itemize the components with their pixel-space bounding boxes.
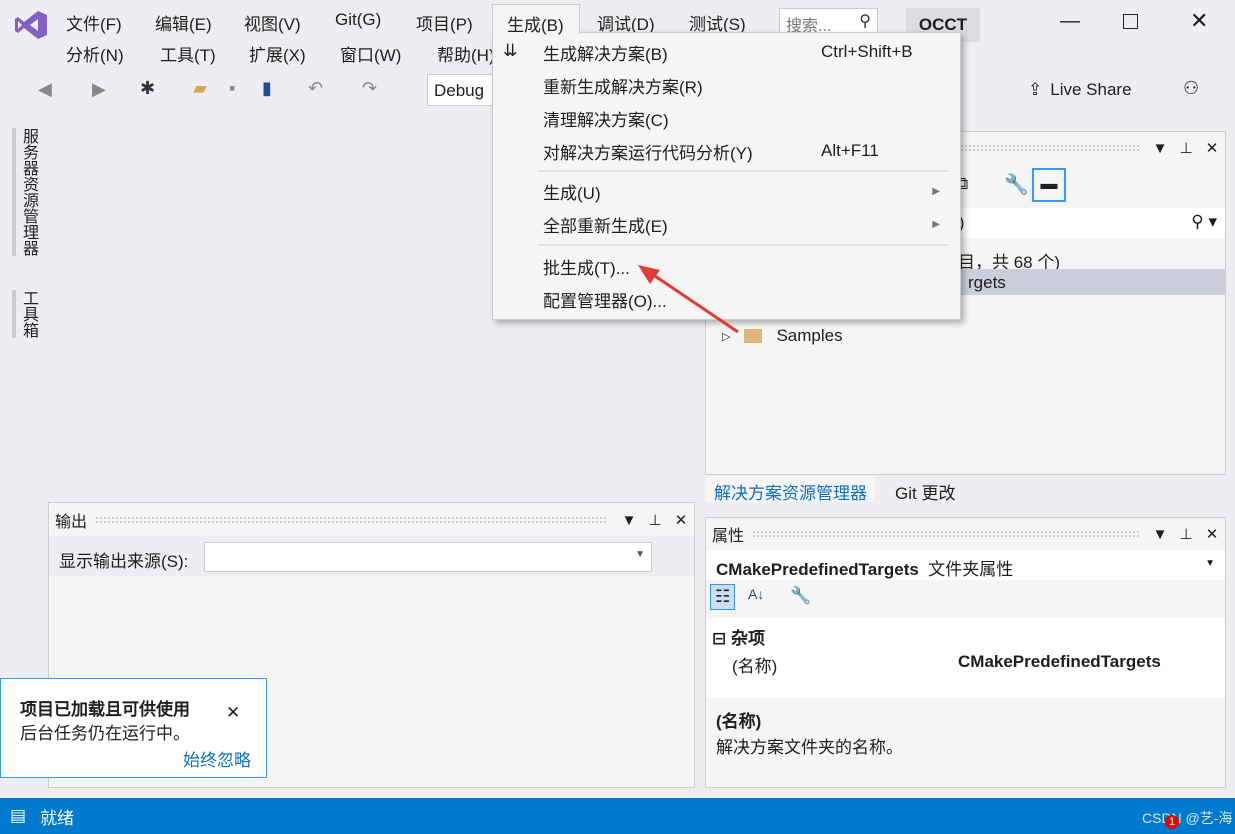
object-selector[interactable]: CMakePredefinedTargets 文件夹属性 ▼ <box>706 550 1225 580</box>
property-pages-icon[interactable]: 🔧 <box>790 586 811 606</box>
categorized-icon[interactable]: ☷ <box>710 584 736 610</box>
search-icon: ⚲ ▾ <box>1191 212 1217 231</box>
description-text: 解决方案文件夹的名称。 <box>716 738 903 757</box>
feedback-icon[interactable]: ⚇ <box>1183 78 1199 99</box>
tree-item-label: rgets <box>968 273 1006 292</box>
menu-help[interactable]: 帮助(H) <box>437 41 495 66</box>
undo-icon[interactable]: ↶ <box>308 78 323 99</box>
open-folder-icon[interactable]: ▰ <box>193 78 207 99</box>
status-bar: ▤ 就绪 CSDN @艺-海 1 <box>0 798 1235 834</box>
status-icon: ▤ <box>10 806 27 825</box>
search-icon: ⚲ <box>859 13 871 30</box>
notification-title: 项目已加载且可供使用 <box>20 700 190 719</box>
configuration-value: Debug <box>434 81 485 100</box>
chevron-down-icon: ▼ <box>1205 558 1215 569</box>
menu-edit[interactable]: 编辑(E) <box>155 10 212 35</box>
redo-icon[interactable]: ↷ <box>362 78 377 99</box>
minimize-button[interactable]: — <box>1060 10 1080 33</box>
chevron-down-icon: ▼ <box>635 549 645 560</box>
status-text: 就绪 <box>40 808 75 828</box>
vs-logo-icon <box>14 10 48 40</box>
close-window-button[interactable]: ✕ <box>1190 8 1208 34</box>
notification-toast: 项目已加载且可供使用 后台任务仍在运行中。 ✕ 始终忽略 <box>0 678 267 778</box>
new-project-icon[interactable]: ✱ <box>140 78 155 99</box>
submenu-arrow-icon: ▶ <box>932 185 940 197</box>
close-panel-icon[interactable]: ✕ <box>1199 525 1225 543</box>
menu-extensions[interactable]: 扩展(X) <box>249 41 306 66</box>
properties-panel: 属性 ▼ ⊥ ✕ CMakePredefinedTargets 文件夹属性 ▼ ☷ A↓… <box>705 517 1226 788</box>
close-notification-button[interactable]: ✕ <box>226 703 240 723</box>
build-solution-icon: ⇊ <box>503 41 518 60</box>
menu-build[interactable]: 生成(B) <box>492 4 580 35</box>
tree-item-label: Samples <box>776 326 843 345</box>
property-value[interactable]: CMakePredefinedTargets <box>958 652 1161 672</box>
properties-wrench-icon[interactable]: 🔧 <box>1004 172 1029 197</box>
property-name: (名称) <box>732 657 778 676</box>
object-type: 文件夹属性 <box>928 560 1014 579</box>
object-name: CMakePredefinedTargets <box>716 560 919 579</box>
category-misc[interactable]: ⊟ 杂项 <box>712 624 765 649</box>
maximize-button[interactable] <box>1123 14 1138 29</box>
pin-icon[interactable]: ⊥ <box>1173 139 1199 157</box>
notification-badge[interactable]: 1 <box>1165 815 1179 829</box>
menu-tools[interactable]: 工具(T) <box>160 41 216 66</box>
menu-analyze[interactable]: 分析(N) <box>66 41 124 66</box>
pin-icon[interactable]: ⊥ <box>1173 525 1199 543</box>
output-title: 输出 <box>55 514 88 531</box>
menu-file[interactable]: 文件(F) <box>66 10 122 35</box>
properties-title: 属性 <box>712 528 745 545</box>
menu-view[interactable]: 视图(V) <box>244 10 301 35</box>
panel-menu-icon[interactable]: ▼ <box>1147 526 1173 543</box>
close-panel-icon[interactable]: ✕ <box>1199 139 1225 157</box>
side-tab-toolbox[interactable]: 工具箱 <box>12 290 40 338</box>
annotation-arrow <box>638 265 739 334</box>
tab-git-changes[interactable]: Git 更改 <box>895 479 955 504</box>
output-source-dropdown[interactable]: ▼ <box>204 542 652 572</box>
watermark: CSDN @艺-海 <box>1142 810 1233 826</box>
live-share-label: Live Share <box>1050 80 1132 99</box>
share-icon: ⇪ <box>1028 80 1043 99</box>
tab-solution-explorer[interactable]: 解决方案资源管理器 <box>706 476 875 503</box>
menu-item-build-solution[interactable]: 生成解决方案(B) Ctrl+Shift+B <box>543 37 940 67</box>
menu-project[interactable]: 项目(P) <box>416 10 473 35</box>
menu-item-clean-solution[interactable]: 清理解决方案(C) <box>543 103 940 133</box>
always-ignore-link[interactable]: 始终忽略 <box>183 746 251 771</box>
menu-item-rebuild-solution[interactable]: 重新生成解决方案(R) <box>543 70 940 100</box>
menu-item-build[interactable]: 生成(U) ▶ <box>543 176 940 206</box>
notification-body: 后台任务仍在运行中。 <box>20 724 190 743</box>
panel-menu-icon[interactable]: ▼ <box>1147 140 1173 157</box>
save-all-icon[interactable]: ▮ <box>262 78 272 99</box>
preview-toggle-icon[interactable]: ▬ <box>1032 168 1066 202</box>
pin-icon[interactable]: ⊥ <box>642 511 668 529</box>
close-panel-icon[interactable]: ✕ <box>668 511 694 529</box>
menu-git[interactable]: Git(G) <box>335 10 381 30</box>
menu-window[interactable]: 窗口(W) <box>340 41 401 66</box>
menu-item-code-analysis[interactable]: 对解决方案运行代码分析(Y) Alt+F11 <box>543 136 940 166</box>
back-icon[interactable]: ◀ <box>38 79 52 100</box>
side-tab-server-explorer[interactable]: 服务器资源管理器 <box>12 128 40 256</box>
description-title: (名称) <box>716 712 762 731</box>
category-label: 杂项 <box>730 629 765 648</box>
output-source-label: 显示输出来源(S): <box>59 552 189 571</box>
menu-item-rebuild-all[interactable]: 全部重新生成(E) ▶ <box>543 209 940 239</box>
panel-menu-icon[interactable]: ▼ <box>616 512 642 529</box>
alphabetical-icon[interactable]: A↓ <box>748 586 764 602</box>
configuration-dropdown[interactable]: Debug <box>427 74 497 106</box>
live-share-button[interactable]: ⇪ Live Share <box>1028 80 1132 100</box>
submenu-arrow-icon: ▶ <box>932 218 940 230</box>
save-icon[interactable]: ▪ <box>229 78 235 99</box>
forward-icon[interactable]: ▶ <box>92 79 106 100</box>
